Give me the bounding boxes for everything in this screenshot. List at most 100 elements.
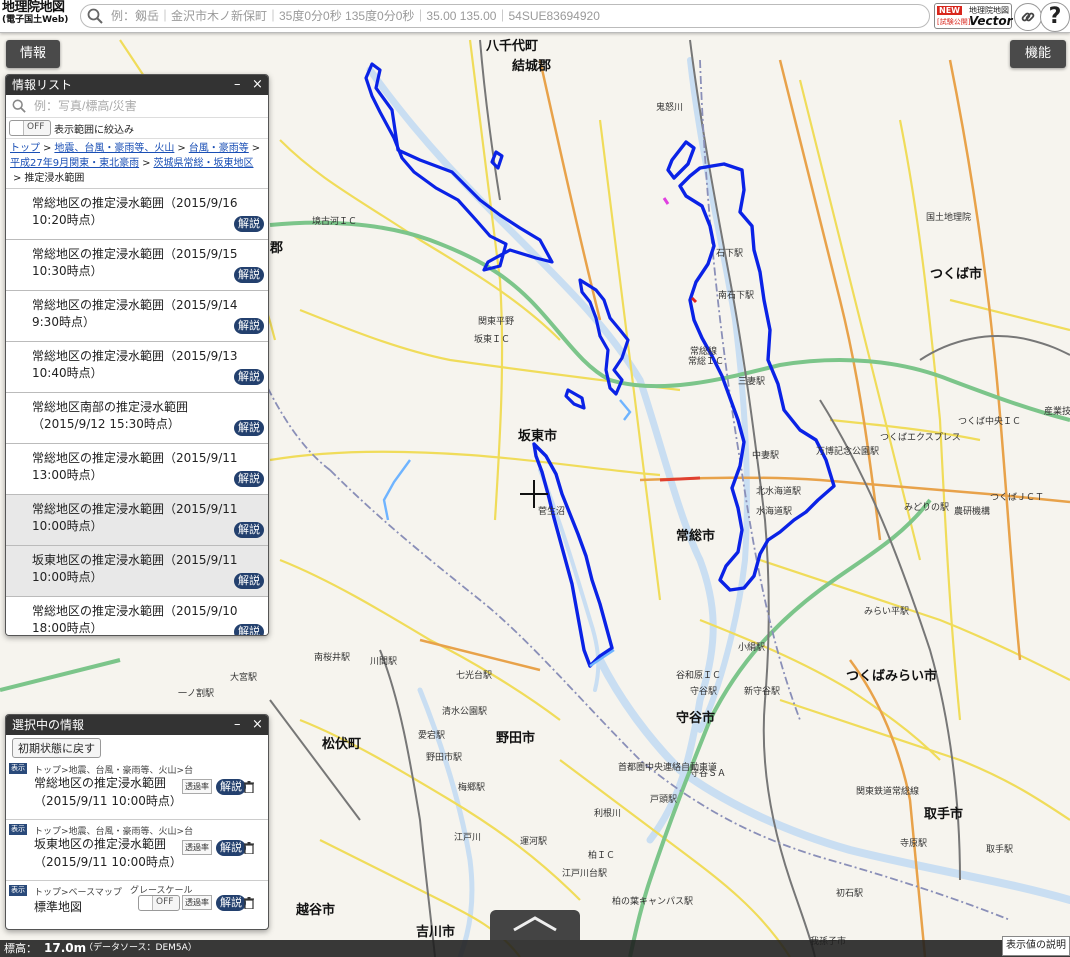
breadcrumb-separator: > [142, 158, 151, 169]
map-label: 万博記念公園駅 [816, 445, 879, 457]
help-label: ? [1048, 4, 1062, 29]
close-button[interactable]: × [252, 75, 263, 95]
explanation-button[interactable]: 解説 [234, 624, 264, 635]
search-icon[interactable] [87, 8, 103, 24]
info-list-item[interactable]: 常総地区の推定浸水範囲（2015/9/10 18:00時点） 解説 [6, 597, 268, 635]
opacity-button[interactable]: 透過率 [182, 895, 212, 910]
breadcrumb-item[interactable]: 茨城県常総・坂東地区 [153, 158, 253, 169]
map-label: つくばＪＣＴ [990, 492, 1044, 503]
map-label: 農研機構 [954, 505, 990, 517]
info-list-item[interactable]: 常総地区南部の推定浸水範囲（2015/9/12 15:30時点） 解説 [6, 393, 268, 444]
map-label: 中妻駅 [752, 449, 779, 461]
function-button-label: 機能 [1024, 46, 1051, 61]
map-label: 江戸川台駅 [562, 867, 607, 879]
bottom-panel-toggle[interactable] [490, 910, 580, 940]
info-item-title: 常総地区の推定浸水範囲（2015/9/14 9:30時点） [32, 298, 238, 329]
map-label: 寺原駅 [900, 838, 927, 849]
explanation-button[interactable]: 解説 [216, 779, 246, 795]
info-item-title: 常総地区の推定浸水範囲（2015/9/11 10:00時点） [32, 502, 238, 533]
item-breadcrumb: トップ>ベースマップ [34, 888, 122, 898]
share-link-button[interactable] [1014, 3, 1042, 31]
status-bar: 標高： 17.0m （データソース：DEM5A） 表示値の説明 [0, 936, 1070, 957]
map-label: 菅生沼 [538, 505, 565, 517]
info-list-item[interactable]: 常総地区の推定浸水範囲（2015/9/16 10:20時点） 解説 [6, 189, 268, 240]
info-item-title: 常総地区の推定浸水範囲（2015/9/16 10:20時点） [32, 196, 238, 227]
grayscale-toggle[interactable]: OFF [138, 895, 180, 911]
map-label: 石下駅 [716, 248, 743, 259]
map-label: 常総市 [676, 528, 715, 544]
map-label: 八千代町 [485, 38, 538, 54]
map-label: つくばエクスプレス [880, 432, 961, 443]
visibility-tag[interactable]: 表示 [9, 885, 27, 896]
close-button[interactable]: × [252, 715, 263, 735]
explanation-button[interactable]: 解説 [234, 471, 264, 487]
minimize-button[interactable]: – [234, 715, 241, 735]
info-list-item[interactable]: 坂東地区の推定浸水範囲（2015/9/11 10:00時点） 解説 [6, 546, 268, 597]
vector-name: Vector [969, 14, 1013, 28]
breadcrumb-separator: > [43, 143, 52, 154]
map-label: 三妻駅 [738, 375, 765, 387]
item-title: 標準地図 [34, 900, 83, 914]
explain-values-button[interactable]: 表示値の説明 [1002, 936, 1070, 956]
function-button[interactable]: 機能 [1010, 40, 1066, 68]
map-label: 鬼怒川 [656, 101, 683, 113]
logo-subtitle: (電子国土Web) [2, 15, 69, 25]
trash-icon[interactable] [244, 842, 254, 854]
trial-label: [試験公開] [937, 18, 971, 26]
range-toggle[interactable]: OFF [9, 120, 51, 136]
new-badge: NEW [937, 6, 962, 15]
map-label: 越谷市 [295, 902, 335, 918]
info-list-item[interactable]: 常総地区の推定浸水範囲（2015/9/11 13:00時点） 解説 [6, 444, 268, 495]
map-label: 結城郡 [512, 58, 551, 74]
selected-header: 選択中の情報 – × [6, 715, 268, 735]
explanation-button[interactable]: 解説 [234, 318, 264, 334]
visibility-tag[interactable]: 表示 [9, 824, 27, 835]
map-label: 初石駅 [836, 887, 863, 899]
info-list-item[interactable]: 常総地区の推定浸水範囲（2015/9/11 10:00時点） 解説 [6, 495, 268, 546]
visibility-tag[interactable]: 表示 [9, 763, 27, 774]
opacity-button[interactable]: 透過率 [182, 779, 212, 794]
map-label: 柏の葉キャンパス駅 [612, 895, 693, 907]
help-button[interactable]: ? [1040, 2, 1070, 32]
map-label: 坂東ＩＣ [474, 333, 510, 345]
info-list-item[interactable]: 常総地区の推定浸水範囲（2015/9/15 10:30時点） 解説 [6, 240, 268, 291]
vector-link-button[interactable]: NEW [試験公開] 地理院地図 Vector [934, 3, 1013, 29]
breadcrumb-item[interactable]: 地震、台風・豪雨等、火山 [54, 143, 174, 154]
explanation-button[interactable]: 解説 [234, 267, 264, 283]
map-label: 守谷市 [676, 710, 715, 726]
breadcrumb-item[interactable]: トップ [10, 143, 40, 154]
trash-icon[interactable] [244, 897, 254, 909]
map-label: 運河駅 [520, 835, 547, 847]
app-logo[interactable]: 地理院地図 (電子国土Web) [2, 1, 72, 31]
map-label: 愛宕駅 [418, 729, 445, 741]
breadcrumb-item[interactable]: 平成27年9月関東・東北豪雨 [10, 158, 139, 169]
info-button[interactable]: 情報 [6, 40, 60, 68]
trash-icon[interactable] [244, 781, 254, 793]
info-list-item[interactable]: 常総地区の推定浸水範囲（2015/9/13 10:40時点） 解説 [6, 342, 268, 393]
map-label: 守谷駅 [690, 685, 717, 697]
map-label: みどりの駅 [904, 502, 949, 513]
explanation-button[interactable]: 解説 [216, 895, 246, 911]
item-title: 坂東地区の推定浸水範囲 [34, 837, 167, 851]
info-item-title: 常総地区の推定浸水範囲（2015/9/15 10:30時点） [32, 247, 238, 278]
breadcrumb-separator: > [251, 143, 261, 154]
explanation-button[interactable]: 解説 [216, 840, 246, 856]
explanation-button[interactable]: 解説 [234, 420, 264, 436]
reset-button[interactable]: 初期状態に戻す [12, 738, 101, 758]
minimize-button[interactable]: – [234, 75, 241, 95]
filter-input[interactable] [32, 97, 266, 115]
info-item-title: 坂東地区の推定浸水範囲（2015/9/11 10:00時点） [32, 553, 238, 584]
breadcrumb: トップ > 地震、台風・豪雨等、火山 > 台風・豪雨等 >平成27年9月関東・東北豪雨 > 茨… [6, 139, 268, 189]
explanation-button[interactable]: 解説 [234, 216, 264, 232]
explanation-button[interactable]: 解説 [234, 369, 264, 385]
breadcrumb-item[interactable]: 台風・豪雨等 [189, 143, 249, 154]
info-list-item[interactable]: 常総地区の推定浸水範囲（2015/9/14 9:30時点） 解説 [6, 291, 268, 342]
search-input[interactable] [109, 6, 923, 26]
item-title: 常総地区の推定浸水範囲 [34, 776, 167, 790]
map-label: つくば中央ＩＣ [958, 415, 1021, 427]
breadcrumb-separator: > [177, 143, 186, 154]
map-label: 取手駅 [986, 843, 1013, 855]
explanation-button[interactable]: 解説 [234, 522, 264, 538]
explanation-button[interactable]: 解説 [234, 573, 264, 589]
opacity-button[interactable]: 透過率 [182, 840, 212, 855]
